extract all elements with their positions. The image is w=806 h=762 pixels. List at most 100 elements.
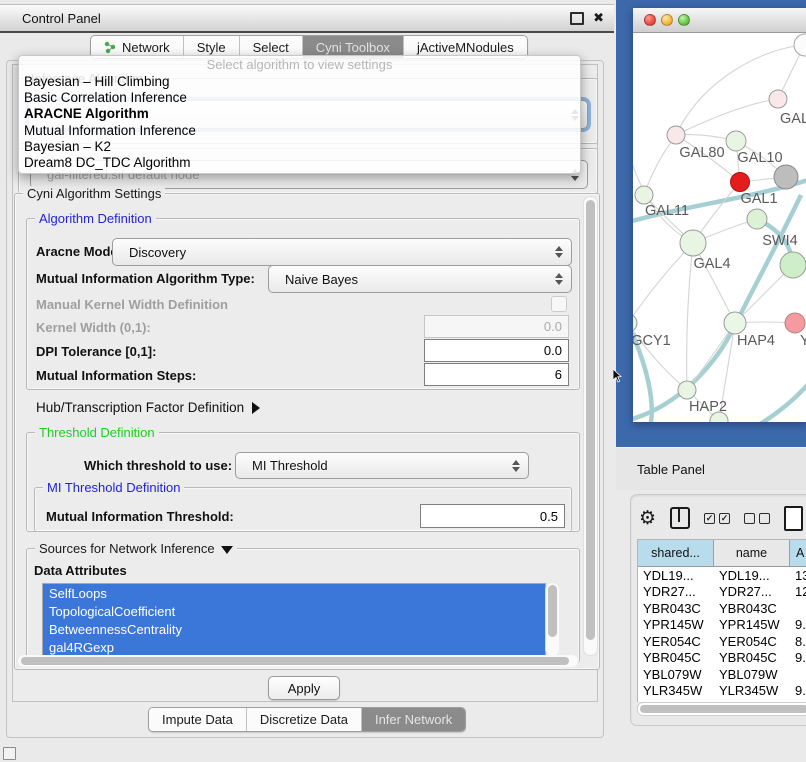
table-row[interactable]: YLR345WYLR345W9. [638, 683, 806, 700]
table-row[interactable]: YBL079WYBL079W [638, 666, 806, 683]
table-horizontal-scrollbar[interactable] [637, 702, 806, 716]
algorithm-definition-title: Algorithm Definition [35, 211, 156, 226]
network-node-label: Y [800, 333, 806, 349]
cell: YER054C [638, 633, 714, 650]
network-node[interactable] [678, 381, 696, 399]
dropdown-item-mutual-information[interactable]: Mutual Information Inference [19, 122, 580, 138]
zoom-traffic-light-icon[interactable] [678, 14, 690, 26]
mi-algorithm-type-combo[interactable]: Naive Bayes [268, 265, 572, 293]
cell: YER054C [714, 633, 790, 650]
kernel-width-field[interactable] [424, 315, 569, 338]
table-toolbar: ⚙ ✓✓ [639, 503, 803, 533]
apply-button[interactable]: Apply [268, 676, 340, 700]
sources-group-title[interactable]: Sources for Network Inference [35, 541, 237, 556]
network-node[interactable] [785, 313, 805, 333]
attribute-item-topologicalcoefficient[interactable]: TopologicalCoefficient [43, 602, 545, 620]
settings-hscrollbar-thumb[interactable] [21, 657, 569, 665]
network-edge[interactable] [644, 135, 676, 195]
settings-group-title: Cyni Algorithm Settings [23, 186, 165, 201]
network-node[interactable] [724, 312, 746, 334]
panel-title: Control Panel [22, 11, 101, 26]
dropdown-item-dream8[interactable]: Dream8 DC_TDC Algorithm [19, 154, 580, 170]
tab-discretize-data[interactable]: Discretize Data [247, 708, 362, 731]
network-node[interactable] [780, 252, 806, 278]
network-graph[interactable]: GALGAL80GAL10GAL1GAL11SWI4GAL4GCY1HAP4YH… [633, 33, 806, 422]
settings-vertical-scrollbar[interactable] [583, 196, 598, 656]
network-node[interactable] [726, 131, 746, 151]
which-threshold-label: Which threshold to use: [84, 458, 232, 473]
network-window-titlebar[interactable] [633, 8, 806, 33]
mi-threshold-group-title: MI Threshold Definition [43, 480, 184, 495]
column-header-name[interactable]: name [714, 540, 790, 566]
which-threshold-combo[interactable]: MI Threshold [235, 452, 529, 479]
dropdown-item-bayesian-hill-climbing[interactable]: Bayesian – Hill Climbing [19, 73, 580, 89]
network-node-label: GAL1 [740, 191, 777, 207]
gear-icon[interactable]: ⚙ [639, 508, 656, 528]
tab-infer-network[interactable]: Infer Network [362, 708, 465, 731]
attributes-list-scrollbar[interactable] [545, 583, 559, 656]
dropdown-item-bayesian-k2[interactable]: Bayesian – K2 [19, 138, 580, 154]
column-header-shared-name[interactable]: shared... [638, 540, 714, 566]
table-row[interactable]: YDR27...YDR27...12 [638, 584, 806, 601]
table-panel-titlebar: Table Panel [616, 447, 806, 490]
dropdown-placeholder: Select algorithm to view settings [19, 56, 580, 73]
column-header-third[interactable]: A [790, 540, 806, 566]
tab-impute-data[interactable]: Impute Data [149, 708, 247, 731]
attributes-scrollbar-thumb[interactable] [548, 585, 557, 637]
network-node-label: GAL [780, 111, 806, 127]
dropdown-item-basic-correlation[interactable]: Basic Correlation Inference [19, 89, 580, 105]
table-row[interactable]: YER054CYER054C8. [638, 633, 806, 650]
select-all-icon[interactable]: ✓✓ [704, 513, 730, 524]
network-canvas[interactable]: GALGAL80GAL10GAL1GAL11SWI4GAL4GCY1HAP4YH… [633, 33, 806, 422]
export-table-icon[interactable] [784, 506, 803, 531]
network-edge[interactable] [633, 243, 693, 323]
manual-kernel-width-checkbox[interactable] [551, 296, 567, 312]
network-node[interactable] [667, 126, 685, 144]
settings-vscrollbar-thumb[interactable] [586, 200, 595, 640]
network-edge[interactable] [676, 99, 778, 135]
float-window-icon[interactable] [570, 12, 584, 25]
network-node-label: HAP2 [689, 399, 727, 415]
table-panel-title: Table Panel [637, 462, 705, 477]
tab-select-label: Select [253, 40, 289, 55]
table-row[interactable]: YBR043CYBR043C [638, 600, 806, 617]
network-node[interactable] [635, 186, 653, 204]
settings-horizontal-scrollbar[interactable] [18, 655, 578, 667]
network-node[interactable] [633, 314, 637, 332]
hub-definition-label: Hub/Transcription Factor Definition [36, 400, 244, 415]
table-row[interactable]: YBR045CYBR045C9. [638, 650, 806, 667]
attribute-item-gal4rgexp[interactable]: gal4RGexp [43, 638, 545, 656]
network-node[interactable] [747, 209, 767, 229]
mi-threshold-field[interactable] [420, 504, 565, 528]
mi-steps-field[interactable] [424, 363, 569, 386]
network-node[interactable] [794, 34, 806, 56]
dpi-tolerance-field[interactable] [424, 339, 569, 362]
network-edge[interactable] [748, 381, 806, 422]
column-manager-icon[interactable] [670, 507, 690, 529]
aracne-mode-combo[interactable]: Discovery [112, 238, 572, 266]
network-node[interactable] [769, 90, 787, 108]
attribute-item-betweennesscentrality[interactable]: BetweennessCentrality [43, 620, 545, 638]
network-edge[interactable] [693, 243, 735, 323]
network-node-label: HAP4 [737, 333, 775, 349]
attribute-item-selfloops[interactable]: SelfLoops [43, 584, 545, 602]
dropdown-item-aracne[interactable]: ARACNE Algorithm [19, 106, 580, 122]
network-node[interactable] [774, 165, 798, 189]
network-node[interactable] [731, 173, 750, 192]
table-hscrollbar-thumb[interactable] [640, 705, 806, 713]
mi-steps-label: Mutual Information Steps: [36, 368, 196, 383]
minimize-traffic-light-icon[interactable] [661, 14, 673, 26]
network-node[interactable] [680, 230, 706, 256]
minimized-panel-icon[interactable] [3, 747, 16, 760]
close-traffic-light-icon[interactable] [644, 14, 656, 26]
deselect-all-icon[interactable] [744, 513, 770, 524]
network-edge[interactable] [687, 323, 735, 390]
hub-definition-expander[interactable]: Hub/Transcription Factor Definition [36, 400, 260, 415]
network-edge[interactable] [687, 243, 693, 390]
table-row[interactable]: YPR145WYPR145W9. [638, 617, 806, 634]
data-attributes-label: Data Attributes [34, 563, 127, 578]
close-icon[interactable]: ✖ [593, 12, 604, 25]
node-table: shared... name A YDL19...YDL19...13 YDR2… [637, 539, 806, 702]
table-row[interactable]: YDL19...YDL19...13 [638, 567, 806, 584]
unchecked-box-icon [759, 513, 770, 524]
